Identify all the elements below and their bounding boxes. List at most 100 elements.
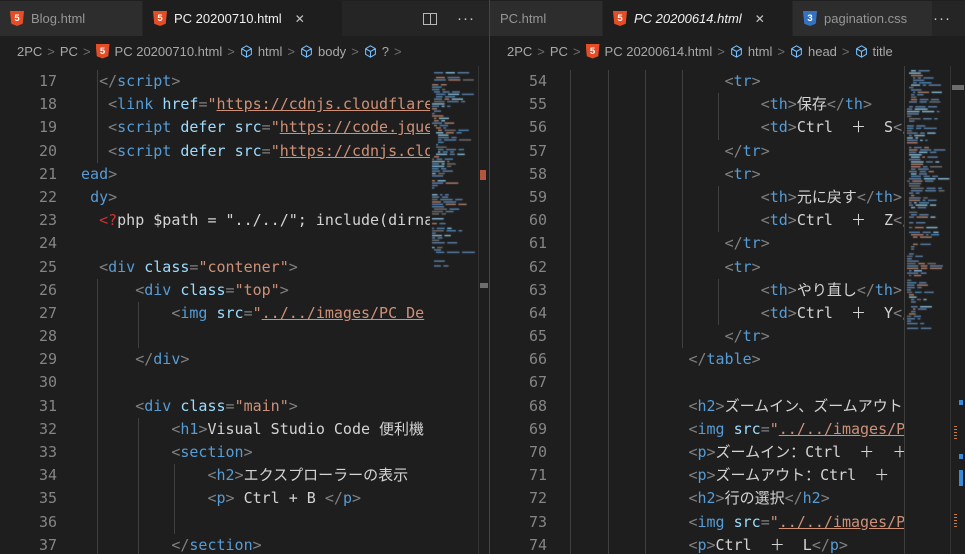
- code-line[interactable]: 32 <h1>Visual Studio Code 便利機: [0, 418, 430, 441]
- code-line[interactable]: 69 <img src="../../images/PC: [490, 418, 905, 441]
- breadcrumb-item-html[interactable]: html: [730, 44, 772, 59]
- breadcrumb: 2PC > PC >5 PC 20200614.html > html > head > title: [490, 36, 965, 66]
- code-line[interactable]: 35 <p> Ctrl + B </p>: [0, 487, 430, 510]
- breadcrumb-item-2pc[interactable]: 2PC: [507, 44, 532, 59]
- code-line[interactable]: 70 <p>ズームイン：Ctrl ＋ ＋: [490, 441, 905, 464]
- code-line[interactable]: 19 <script defer src="https://code.jquer…: [0, 116, 430, 139]
- line-number: 69: [528, 419, 547, 438]
- code-line[interactable]: 56 <td>Ctrl ＋ S</td>: [490, 116, 905, 139]
- scrollbar-thumb[interactable]: [952, 85, 964, 90]
- split-editor-button[interactable]: [423, 12, 437, 25]
- line-number: 30: [38, 373, 57, 392]
- vertical-scrollbar[interactable]: [478, 66, 489, 554]
- breadcrumb-item-pc-20200710-html[interactable]: 5 PC 20200710.html: [95, 43, 222, 59]
- code-line[interactable]: 54 <tr>: [490, 70, 905, 93]
- line-number: 67: [528, 373, 547, 392]
- code-line[interactable]: 61 </tr>: [490, 232, 905, 255]
- editor-group-divider[interactable]: [489, 0, 490, 554]
- line-number: 20: [38, 141, 57, 160]
- breadcrumb-item-title[interactable]: title: [855, 44, 893, 59]
- code-line[interactable]: 18 <link href="https://cdnjs.cloudflare: [0, 93, 430, 116]
- editor-group-right: PC.html 5 PC 20200614.html ✕ 3 pagination.css…: [490, 0, 965, 554]
- breadcrumb-item-body[interactable]: body: [300, 44, 346, 59]
- breadcrumb-item-html[interactable]: html: [240, 44, 282, 59]
- editor-group-left: 5 Blog.html 5 PC 20200710.html ✕ ··· 2PC > PC >5…: [0, 0, 489, 554]
- tab-pc-html[interactable]: PC.html: [490, 1, 603, 36]
- tab-label: Blog.html: [31, 11, 86, 26]
- close-icon[interactable]: ✕: [755, 12, 765, 26]
- code-line[interactable]: 31 <div class="main">: [0, 395, 430, 418]
- code-line[interactable]: 58 <tr>: [490, 163, 905, 186]
- editor: 17 </script> 18 <link href="https://cdnjs…: [0, 66, 489, 554]
- breadcrumb-separator: >: [287, 43, 295, 59]
- line-number: 65: [528, 327, 547, 346]
- code-line[interactable]: 55 <th>保存</th>: [490, 93, 905, 116]
- code-line[interactable]: 66 </table>: [490, 348, 905, 371]
- code-line[interactable]: 71 <p>ズームアウト：Ctrl ＋: [490, 464, 905, 487]
- code-line[interactable]: 36: [0, 511, 430, 534]
- code-line[interactable]: 20 <script defer src="https://cdnjs.clo: [0, 140, 430, 163]
- code-line[interactable]: 29 </div>: [0, 348, 430, 371]
- minimap[interactable]: [904, 66, 951, 554]
- code-line[interactable]: 72 <h2>行の選択</h2>: [490, 487, 905, 510]
- code-line[interactable]: 24: [0, 232, 430, 255]
- code-line[interactable]: 22 dy>: [0, 186, 430, 209]
- tab-pc-20200710-html[interactable]: 5 PC 20200710.html ✕: [143, 1, 343, 36]
- tab-pc-20200614-html[interactable]: 5 PC 20200614.html ✕: [603, 1, 793, 36]
- tab-bar: PC.html 5 PC 20200614.html ✕ 3 pagination.css…: [490, 0, 965, 36]
- breadcrumb-item-pc[interactable]: PC: [60, 44, 78, 59]
- code-line[interactable]: 73 <img src="../../images/PC: [490, 511, 905, 534]
- symbol-icon: [364, 44, 376, 58]
- line-number: 61: [528, 234, 547, 253]
- editor-actions-button[interactable]: ···: [457, 10, 475, 27]
- breadcrumb-item-item[interactable]: ?: [364, 44, 389, 59]
- breadcrumb-item-2pc[interactable]: 2PC: [17, 44, 42, 59]
- code-line[interactable]: 25 <div class="contener">: [0, 256, 430, 279]
- code-line[interactable]: 23 <?php $path = "../../"; include(dirna…: [0, 209, 430, 232]
- overview-ruler-mark: [959, 400, 963, 405]
- line-number: 21: [38, 164, 57, 183]
- tab-bar: 5 Blog.html 5 PC 20200710.html ✕ ···: [0, 0, 489, 36]
- code-line[interactable]: 26 <div class="top">: [0, 279, 430, 302]
- code-line[interactable]: 17 </script>: [0, 70, 430, 93]
- code-line[interactable]: 27 <img src="../../images/PC De: [0, 302, 430, 325]
- code-line[interactable]: 67: [490, 371, 905, 394]
- close-icon[interactable]: ✕: [295, 12, 305, 26]
- code-line[interactable]: 59 <th>元に戻す</th>: [490, 186, 905, 209]
- html5-icon: 5: [95, 43, 110, 59]
- code-line[interactable]: 74 <p>Ctrl ＋ L</p>: [490, 534, 905, 554]
- code-line[interactable]: 28: [0, 325, 430, 348]
- code-line[interactable]: 65 </tr>: [490, 325, 905, 348]
- code-line[interactable]: 21 ead>: [0, 163, 430, 186]
- editor: 54 <tr>55 <th>保存</th>56 <td>Ctrl ＋ S</td…: [490, 66, 965, 554]
- tab-pagination-css[interactable]: 3 pagination.css: [793, 1, 933, 36]
- html5-icon: 5: [613, 11, 627, 26]
- breadcrumb-item-pc-20200614-html[interactable]: 5 PC 20200614.html: [585, 43, 712, 59]
- code-line[interactable]: 68 <h2>ズームイン、ズームアウト: [490, 395, 905, 418]
- vertical-scrollbar[interactable]: [950, 66, 965, 554]
- code-line[interactable]: 34 <h2>エクスプローラーの表示: [0, 464, 430, 487]
- breadcrumb-item-head[interactable]: head: [790, 44, 837, 59]
- breadcrumb-separator: >: [572, 43, 581, 59]
- line-number: 60: [528, 211, 547, 230]
- code-line[interactable]: 33 <section>: [0, 441, 430, 464]
- code-line[interactable]: 64 <td>Ctrl ＋ Y</td>: [490, 302, 905, 325]
- breadcrumb-item-pc[interactable]: PC: [550, 44, 568, 59]
- overview-ruler-mark: [954, 426, 957, 440]
- html5-icon: 5: [153, 11, 167, 26]
- code-line[interactable]: 37 </section>: [0, 534, 430, 554]
- editor-actions-button[interactable]: ···: [933, 10, 951, 27]
- minimap[interactable]: [430, 66, 478, 554]
- tab-blog-html[interactable]: 5 Blog.html: [0, 1, 143, 36]
- code-line[interactable]: 30: [0, 371, 430, 394]
- code-line[interactable]: 63 <th>やり直し</th>: [490, 279, 905, 302]
- scrollbar-thumb[interactable]: [480, 283, 488, 288]
- code-line[interactable]: 57 </tr>: [490, 140, 905, 163]
- tab-label: pagination.css: [824, 11, 908, 26]
- code-line[interactable]: 62 <tr>: [490, 256, 905, 279]
- line-number: 33: [38, 443, 57, 461]
- symbol-icon: [855, 44, 867, 58]
- line-number: 66: [528, 350, 547, 369]
- code-line[interactable]: 60 <td>Ctrl ＋ Z</td>: [490, 209, 905, 232]
- line-number: 71: [528, 466, 547, 485]
